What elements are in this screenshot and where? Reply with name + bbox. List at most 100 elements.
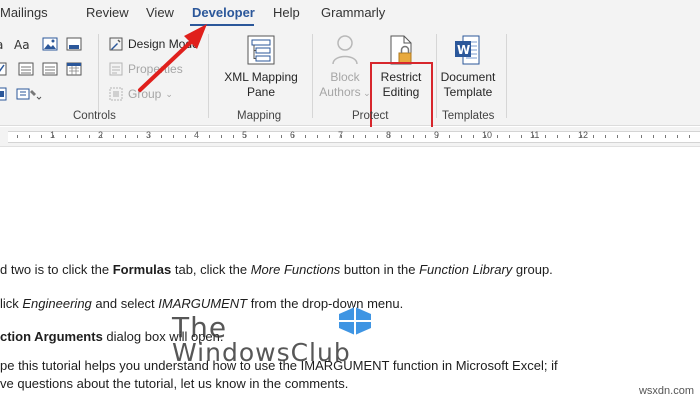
ruler-tick: [317, 135, 318, 138]
legacy-tools-icon[interactable]: [16, 86, 42, 102]
picture-control-icon[interactable]: [42, 36, 58, 52]
ruler-tick: [497, 135, 498, 138]
document-template-button[interactable]: W Document Template: [436, 34, 500, 100]
controls-group-label: Controls: [73, 110, 116, 122]
properties-icon: [109, 62, 123, 76]
ruler-tick: [41, 135, 42, 138]
repeating-section-control-icon[interactable]: [0, 86, 8, 102]
restrict-editing-highlight-box: [370, 62, 433, 136]
mapping-group-label: Mapping: [237, 110, 282, 122]
tab-developer[interactable]: Developer: [192, 5, 255, 20]
ruler-tick: [89, 135, 90, 138]
ruler-tick: [17, 135, 18, 138]
site-credit: wsxdn.com: [638, 385, 694, 397]
ruler-tick: [185, 135, 186, 138]
ruler-number: 12: [578, 130, 589, 140]
ruler-tick: [221, 135, 222, 138]
date-picker-control-icon[interactable]: [66, 61, 82, 77]
ruler-tick: [329, 135, 330, 138]
svg-text:a: a: [0, 38, 3, 52]
tab-review[interactable]: Review: [86, 5, 129, 20]
xml-mapping-label-line2: Pane: [246, 85, 276, 99]
ruler-tick: [377, 135, 378, 138]
svg-text:Aa: Aa: [14, 38, 30, 52]
block-authors-label-line2: Authors: [319, 85, 361, 99]
design-mode-button[interactable]: Design Mode: [108, 36, 199, 52]
ruler-tick: [341, 135, 342, 138]
ruler-tick: [545, 135, 546, 138]
properties-button[interactable]: Properties: [108, 61, 183, 77]
combo-box-control-icon[interactable]: [18, 61, 34, 77]
ribbon: a Aa: [0, 28, 700, 136]
tab-help[interactable]: Help: [273, 5, 300, 20]
checkbox-control-icon[interactable]: [0, 61, 8, 77]
ruler-tick: [269, 135, 270, 138]
ruler-tick: [53, 135, 54, 138]
dropdown-list-control-icon[interactable]: [42, 61, 58, 77]
design-mode-label: Design Mode: [128, 37, 199, 51]
ruler-tick: [257, 135, 258, 138]
chevron-down-icon: ⌄: [165, 88, 173, 99]
word-template-icon: W: [455, 35, 480, 65]
group-button[interactable]: Group ⌄: [108, 86, 173, 102]
group-label: Group: [128, 87, 162, 101]
horizontal-ruler[interactable]: 123456789101112: [0, 127, 700, 147]
svg-text:W: W: [457, 43, 470, 57]
design-mode-icon: [109, 37, 123, 51]
xml-mapping-label-line1: XML Mapping: [224, 70, 298, 84]
controls-separator: [98, 34, 99, 118]
active-tab-indicator: [190, 24, 254, 26]
ruler-tick: [125, 135, 126, 138]
ruler-tick: [581, 135, 582, 138]
tab-grammarly[interactable]: Grammarly: [321, 5, 385, 20]
xml-mapping-pane-button[interactable]: XML Mapping Pane: [216, 34, 306, 100]
plain-text-control-icon[interactable]: a: [0, 36, 10, 52]
ruler-tick: [233, 135, 234, 138]
ruler-tick: [113, 135, 114, 138]
ruler-tick: [677, 135, 678, 138]
tab-mailings[interactable]: Mailings: [0, 5, 48, 20]
document-paragraph: d two is to click the Formulas tab, clic…: [0, 262, 553, 277]
block-authors-label-line1: Block: [330, 70, 360, 84]
ruler-tick: [665, 135, 666, 138]
ruler-tick: [281, 135, 282, 138]
ruler-tick: [173, 135, 174, 138]
ruler-tick: [209, 135, 210, 138]
watermark-text-line2: WindowsClub: [172, 338, 351, 367]
protect-group-label: Protect: [352, 110, 389, 122]
group-separator: [506, 34, 507, 118]
ruler-tick: [149, 135, 150, 138]
document-template-label-line2: Template: [443, 85, 493, 99]
building-block-control-icon[interactable]: [66, 36, 82, 52]
document-paragraph: ve questions about the tutorial, let us …: [0, 376, 349, 391]
ruler-tick: [425, 135, 426, 138]
ruler-tick: [245, 135, 246, 138]
ruler-tick: [305, 135, 306, 138]
group-icon: [109, 87, 123, 101]
rich-text-control-icon[interactable]: Aa: [14, 36, 38, 52]
group-separator: [312, 34, 313, 118]
ribbon-tab-bar: Mailings Review View Developer Help Gram…: [0, 0, 700, 28]
ruler-tick: [389, 135, 390, 138]
windows-logo-icon: [339, 307, 371, 335]
ruler-tick: [557, 135, 558, 138]
templates-group-label: Templates: [442, 110, 495, 122]
ruler-tick: [485, 135, 486, 138]
ruler-tick: [293, 135, 294, 138]
ruler-tick: [101, 135, 102, 138]
ruler-tick: [353, 135, 354, 138]
tab-view[interactable]: View: [146, 5, 174, 20]
ruler-tick: [77, 135, 78, 138]
ruler-tick: [365, 135, 366, 138]
ruler-track: [8, 131, 700, 143]
ruler-tick: [533, 135, 534, 138]
ruler-tick: [605, 135, 606, 138]
xml-mapping-icon: [247, 35, 275, 65]
ruler-tick: [65, 135, 66, 138]
ruler-tick: [521, 135, 522, 138]
ruler-tick: [29, 135, 30, 138]
block-authors-button[interactable]: Block Authors ⌄: [316, 34, 374, 101]
ruler-number: 10: [482, 130, 493, 140]
ruler-tick: [509, 135, 510, 138]
document-template-label-line1: Document: [440, 70, 496, 84]
